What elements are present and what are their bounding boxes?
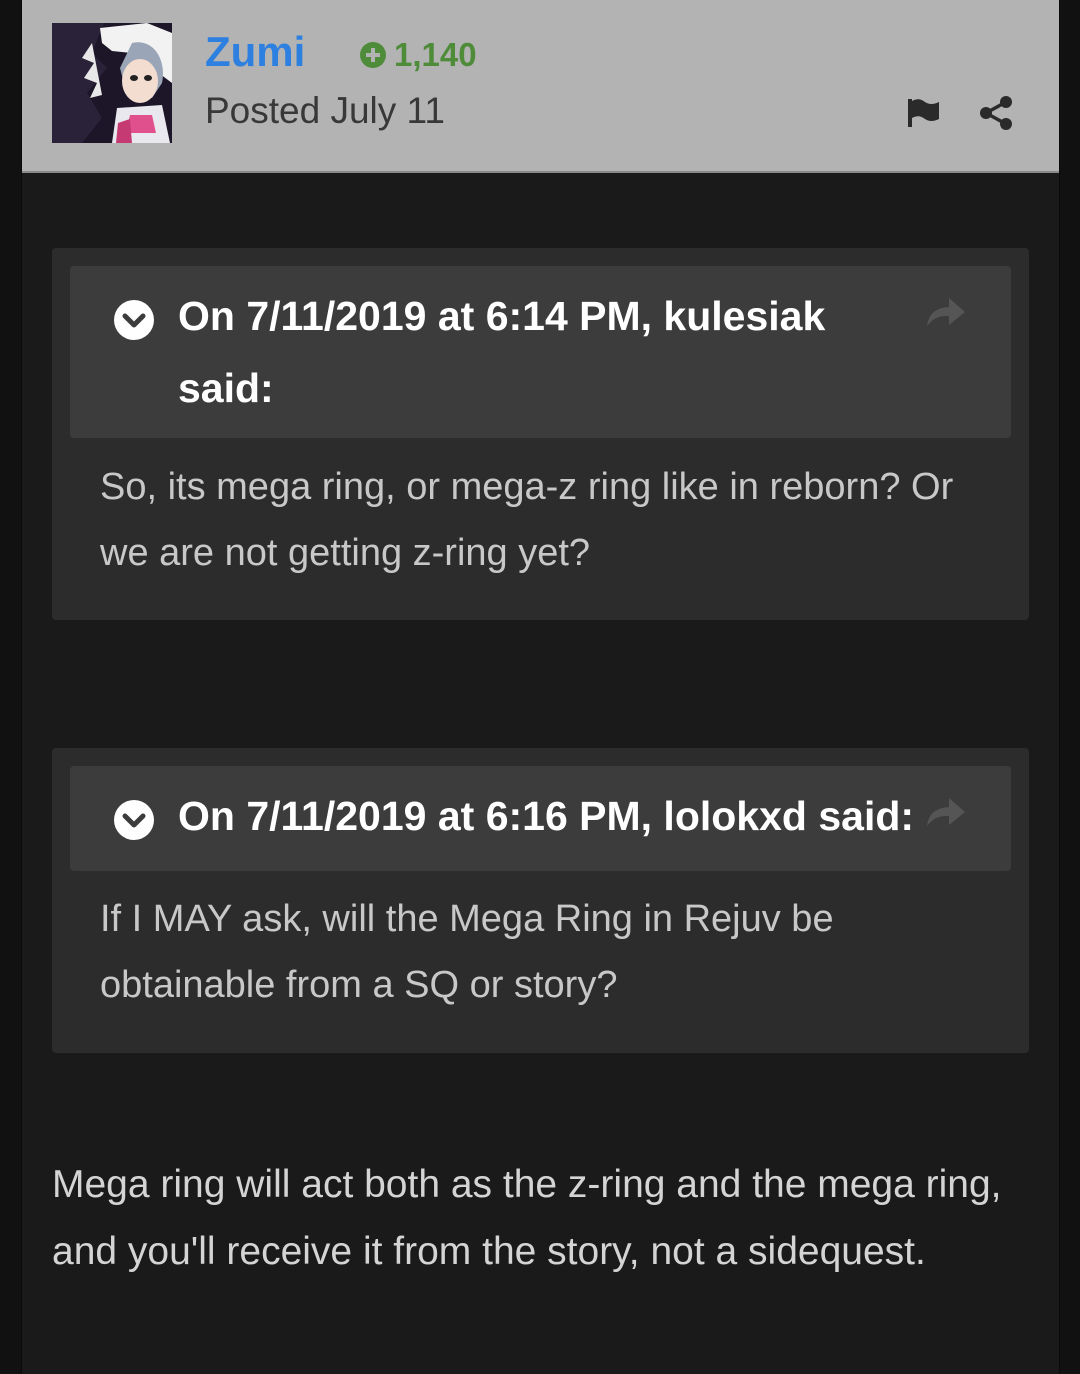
quote-block: On 7/11/2019 at 6:14 PM, kulesiak said: … [52,248,1029,620]
quote-citation: On 7/11/2019 at 6:14 PM, kulesiak said: [178,293,826,411]
chevron-down-icon[interactable] [114,800,154,840]
quote-citation-bar: On 7/11/2019 at 6:16 PM, lolokxd said: [70,766,1011,871]
avatar-image [52,23,172,143]
chevron-down-icon[interactable] [114,300,154,340]
share-arrow-icon[interactable] [923,794,967,830]
flag-icon[interactable] [905,95,941,131]
plus-circle-icon [360,42,386,68]
post-date: Posted July 11 [205,90,445,131]
quote-text: So, its mega ring, or mega-z ring like i… [100,466,954,574]
reputation-badge: 1,140 [360,36,477,74]
quote-citation-bar: On 7/11/2019 at 6:14 PM, kulesiak said: [70,266,1011,438]
forum-post: Zumi 1,140 Posted July 11 On 7/11/2019 a… [21,0,1060,1374]
share-icon[interactable] [978,95,1014,131]
share-arrow-icon[interactable] [923,294,967,330]
post-body-text: Mega ring will act both as the z-ring an… [52,1163,1002,1273]
post-header: Zumi 1,140 Posted July 11 [22,0,1059,173]
quote-block: On 7/11/2019 at 6:16 PM, lolokxd said: I… [52,748,1029,1053]
quote-citation: On 7/11/2019 at 6:16 PM, lolokxd said: [178,793,915,839]
reputation-count: 1,140 [394,36,477,73]
avatar[interactable] [52,23,172,143]
quote-text: If I MAY ask, will the Mega Ring in Reju… [100,898,834,1006]
username-link[interactable]: Zumi [205,28,305,76]
